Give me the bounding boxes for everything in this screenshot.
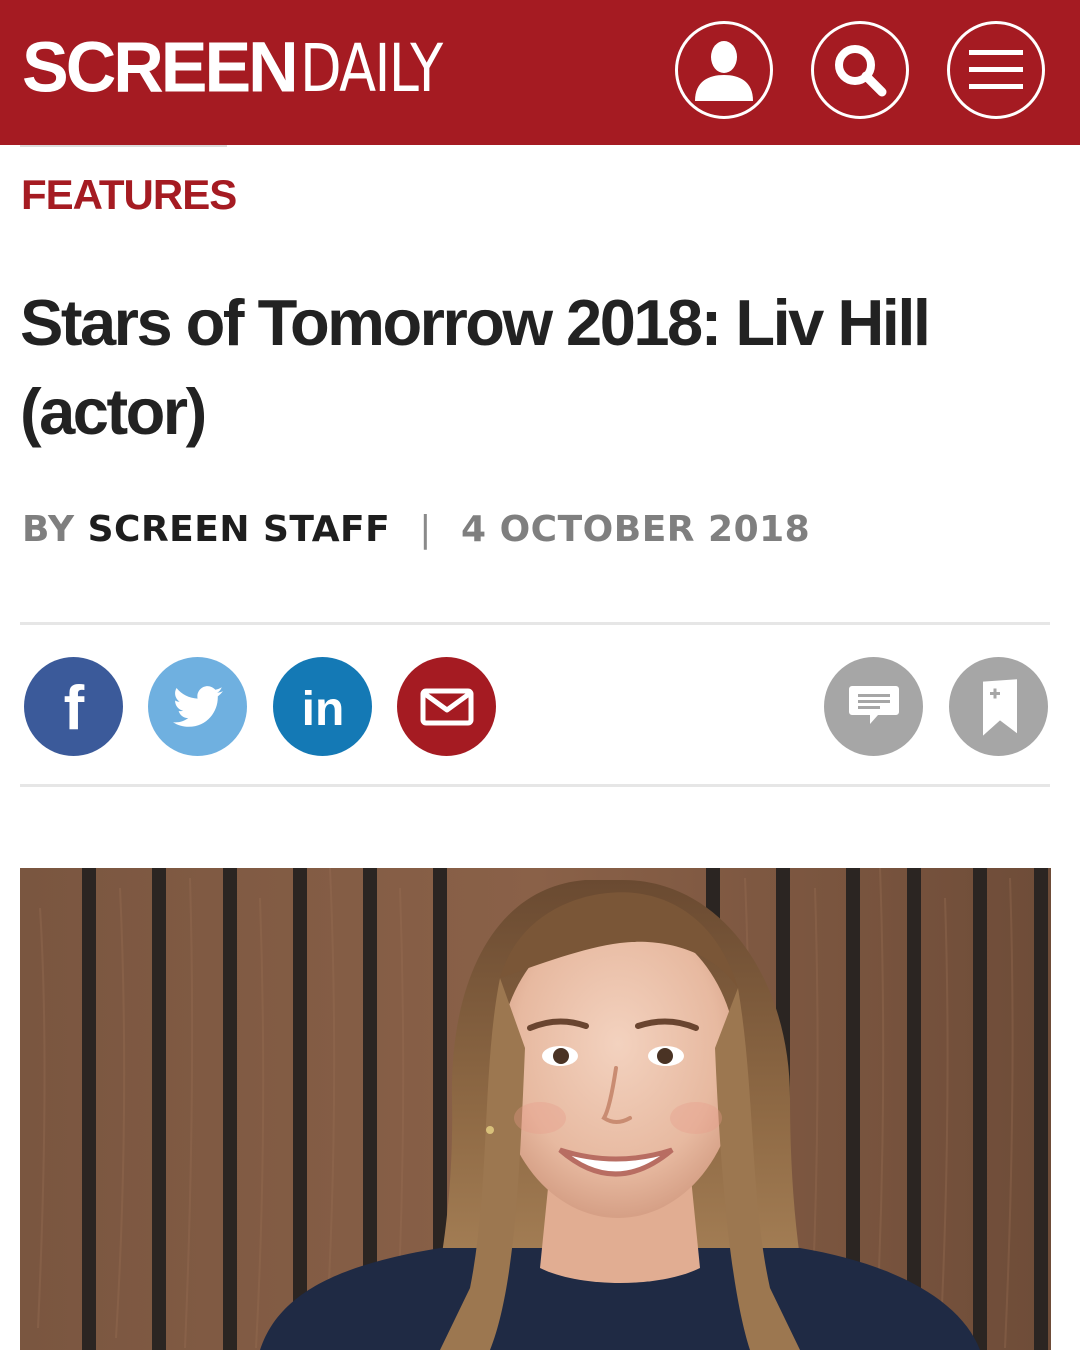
site-header: SCREEN DAILY xyxy=(0,0,1080,145)
bookmark-button[interactable] xyxy=(949,657,1048,756)
menu-button[interactable] xyxy=(947,21,1045,119)
section-label[interactable]: FEATURES xyxy=(21,171,237,218)
byline-separator: | xyxy=(419,509,432,550)
logo-daily-text: DAILY xyxy=(299,30,443,107)
linkedin-share-button[interactable]: in xyxy=(273,657,372,756)
share-bar-top-divider xyxy=(20,622,1050,625)
user-icon xyxy=(695,41,753,101)
article-title: Stars of Tomorrow 2018: Liv Hill (actor) xyxy=(20,286,931,449)
twitter-share-button[interactable] xyxy=(148,657,247,756)
facebook-glyph: f xyxy=(63,677,84,737)
portrait-illustration xyxy=(20,868,1051,1350)
facebook-share-button[interactable]: f xyxy=(24,657,123,756)
linkedin-icon: in xyxy=(301,683,344,732)
logo-screen-text: SCREEN xyxy=(22,27,299,107)
section-underline xyxy=(20,145,227,147)
byline-prefix: BY xyxy=(22,509,75,550)
menu-icon xyxy=(969,50,1023,89)
linkedin-glyph: in xyxy=(301,683,344,732)
email-share-button[interactable] xyxy=(397,657,496,756)
hero-portrait-photo xyxy=(20,868,1051,1350)
comment-icon xyxy=(848,685,899,724)
twitter-icon xyxy=(172,685,223,727)
byline-author[interactable]: SCREEN STAFF xyxy=(88,509,391,550)
byline-date: 4 OCTOBER 2018 xyxy=(460,509,811,550)
bookmark-icon xyxy=(982,678,1017,736)
search-button[interactable] xyxy=(811,21,909,119)
search-icon xyxy=(835,45,887,97)
site-logo[interactable]: SCREEN DAILY xyxy=(22,22,472,102)
facebook-icon: f xyxy=(63,677,84,737)
account-button[interactable] xyxy=(675,21,773,119)
share-bar-bottom-divider xyxy=(20,784,1050,787)
email-icon xyxy=(420,688,473,725)
byline: BY SCREEN STAFF | 4 OCTOBER 2018 xyxy=(22,508,810,551)
comments-button[interactable] xyxy=(824,657,923,756)
